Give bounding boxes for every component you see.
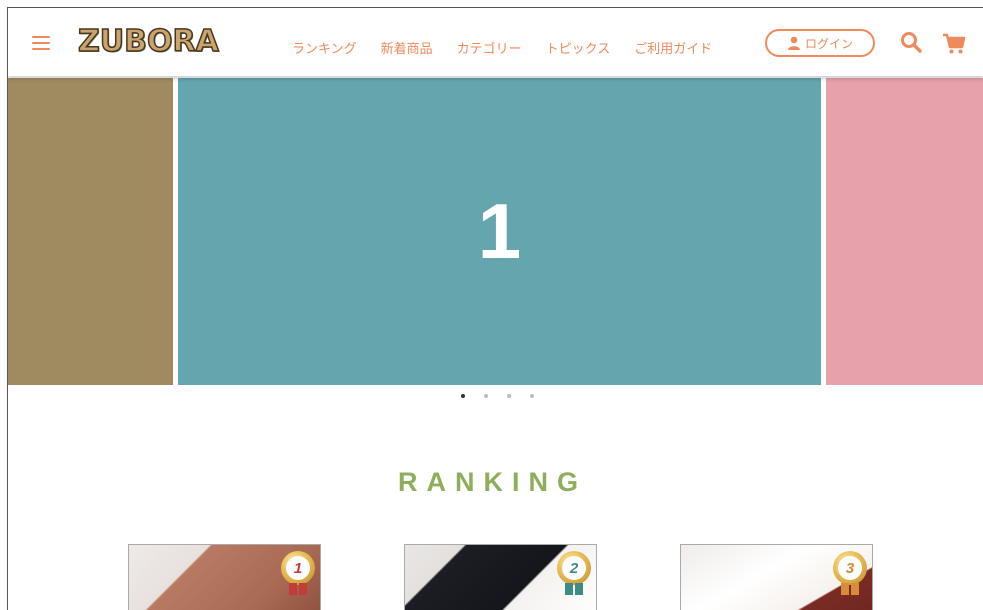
- slide-prev[interactable]: [8, 78, 173, 385]
- page-frame: ZUBORA ランキング 新着商品 カテゴリー トピックス ご利用ガイド ログイ…: [7, 7, 983, 610]
- ranking-heading: RANKING: [398, 467, 587, 497]
- nav-new-items[interactable]: 新着商品: [381, 38, 433, 57]
- nav-category[interactable]: カテゴリー: [457, 38, 522, 57]
- menu-bar: [32, 48, 50, 50]
- menu-bar: [32, 42, 50, 44]
- rank-number: 3: [838, 556, 862, 580]
- user-icon: [787, 36, 800, 50]
- slider-dot-2[interactable]: [484, 394, 488, 398]
- search-icon[interactable]: [900, 31, 922, 53]
- rank-medal-icon: 2: [557, 551, 591, 585]
- rank-medal-icon: 1: [281, 551, 315, 585]
- slide-number: 1: [477, 187, 522, 275]
- slide-next[interactable]: [826, 78, 983, 385]
- slide-current[interactable]: 1: [178, 78, 821, 385]
- nav-guide[interactable]: ご利用ガイド: [634, 38, 712, 57]
- nav-ranking[interactable]: ランキング: [292, 38, 357, 57]
- login-label: ログイン: [804, 36, 853, 51]
- menu-icon[interactable]: [32, 36, 50, 50]
- ribbon-icon: [841, 583, 859, 595]
- rank-number: 2: [562, 556, 586, 580]
- menu-bar: [32, 36, 50, 38]
- ranking-item-3[interactable]: 3: [680, 544, 873, 610]
- ribbon-icon: [565, 583, 583, 595]
- slider-dots: [461, 394, 553, 398]
- slider-dot-4[interactable]: [530, 394, 534, 398]
- slider-dot-3[interactable]: [507, 394, 511, 398]
- ribbon-icon: [289, 583, 307, 595]
- login-button[interactable]: ログイン: [765, 29, 875, 57]
- main-nav: ランキング 新着商品 カテゴリー トピックス ご利用ガイド: [292, 38, 736, 57]
- slider-dot-1[interactable]: [461, 394, 465, 398]
- site-header: ZUBORA ランキング 新着商品 カテゴリー トピックス ご利用ガイド ログイ…: [8, 8, 983, 76]
- nav-topics[interactable]: トピックス: [546, 38, 611, 57]
- ranking-item-1[interactable]: 1: [128, 544, 321, 610]
- site-logo[interactable]: ZUBORA: [77, 23, 219, 60]
- cart-icon[interactable]: [942, 33, 966, 55]
- rank-medal-icon: 3: [833, 551, 867, 585]
- ranking-item-2[interactable]: 2: [404, 544, 597, 610]
- rank-number: 1: [286, 556, 310, 580]
